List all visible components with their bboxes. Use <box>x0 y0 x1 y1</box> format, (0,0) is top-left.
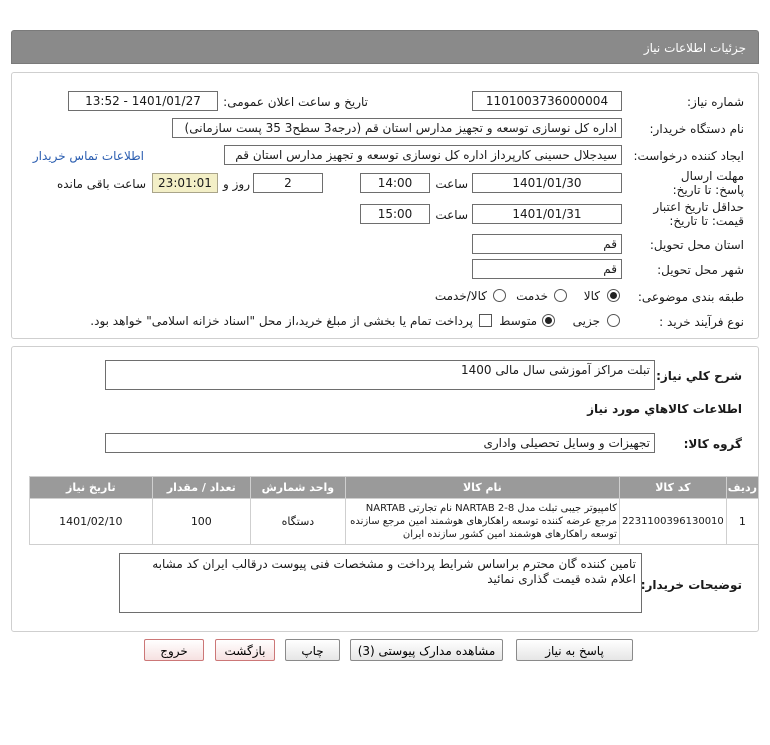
back-button[interactable]: بازگشت <box>215 639 275 661</box>
creator-label: ایجاد کننده درخواست: <box>633 149 744 163</box>
process-radio-medium[interactable] <box>542 314 555 327</box>
city-field: قم <box>472 259 622 279</box>
validity-time-label: ساعت <box>435 208 468 222</box>
buyer-field: اداره کل نوسازی توسعه و تجهیز مدارس استا… <box>172 118 622 138</box>
table-row: 1 2231100396130010 کامپیوتر جیبی تبلت مد… <box>29 498 760 545</box>
buyer-label: نام دستگاه خریدار: <box>649 122 745 136</box>
validity-time-field: 15:00 <box>360 204 430 224</box>
notes-field: تامین کننده گان محترم براساس شرایط پرداخ… <box>119 553 642 613</box>
cell-code: 2231100396130010 <box>618 498 727 545</box>
cell-name: کامپیوتر جیبی تبلت مدل NARTAB 2-8 نام تج… <box>344 498 620 545</box>
notes-label: توضیحات خریدار: <box>640 578 742 592</box>
deadline-time-label: ساعت <box>435 177 468 191</box>
announce-label: تاریخ و ساعت اعلان عمومی: <box>223 95 368 109</box>
desc-field: تبلت مراکز آموزشی سال مالی 1400 <box>105 360 655 390</box>
deadline-date-field: 1401/01/30 <box>472 173 622 193</box>
goods-info-title: اطلاعات کالاهاي مورد نياز <box>587 402 742 416</box>
province-field: قم <box>472 234 622 254</box>
remaining-label: ساعت باقی مانده <box>56 177 146 191</box>
treasury-note: پرداخت تمام یا بخشی از مبلغ خرید،از محل … <box>90 314 473 328</box>
category-option-goods-service: کالا/خدمت <box>434 289 487 303</box>
col-code: کد کالا <box>618 476 727 499</box>
need-number-label: شماره نیاز: <box>687 95 744 109</box>
process-option-minor: جزیی <box>572 314 600 328</box>
exit-button[interactable]: خروج <box>144 639 204 661</box>
city-label: شهر محل تحویل: <box>657 263 744 277</box>
col-date: تاریخ نیاز <box>29 476 153 499</box>
days-label: روز و <box>223 177 250 191</box>
validity-date-field: 1401/01/31 <box>472 204 622 224</box>
category-option-goods: کالا <box>583 289 600 303</box>
deadline-label: مهلت ارسال پاسخ: تا تاریخ: <box>672 169 744 197</box>
process-label: نوع فرآیند خرید : <box>659 315 744 329</box>
cell-date: 1401/02/10 <box>29 498 153 545</box>
page-frame: جزئیات اطلاعات نیاز <box>11 30 759 64</box>
announce-field: 1401/01/27 - 13:52 <box>68 91 218 111</box>
col-index: ردیف <box>725 476 760 499</box>
days-field: 2 <box>253 173 323 193</box>
goods-table: ردیف کد کالا نام کالا واحد شمارش تعداد /… <box>29 476 760 545</box>
print-button[interactable]: چاپ <box>285 639 340 661</box>
group-label: گروه کالا: <box>683 437 742 451</box>
table-header-row: ردیف کد کالا نام کالا واحد شمارش تعداد /… <box>29 476 760 499</box>
cell-index: 1 <box>725 498 760 545</box>
process-option-medium: متوسط <box>499 314 537 328</box>
cell-unit: دستگاه <box>250 498 346 545</box>
deadline-time-field: 14:00 <box>360 173 430 193</box>
need-number-field: 1101003736000004 <box>472 91 622 111</box>
col-unit: واحد شمارش <box>250 476 346 499</box>
page-title: جزئیات اطلاعات نیاز <box>643 41 746 55</box>
col-name: نام کالا <box>344 476 620 499</box>
treasury-checkbox[interactable] <box>479 314 492 327</box>
attachments-button[interactable]: مشاهده مدارک پیوستی (3) <box>350 639 503 661</box>
category-label: طبقه بندی موضوعی: <box>637 290 744 304</box>
col-qty: تعداد / مقدار <box>151 476 252 499</box>
category-radio-service[interactable] <box>554 289 567 302</box>
remaining-time-field: 23:01:01 <box>152 173 218 193</box>
validity-label: حداقل تاریخ اعتبار قیمت: تا تاریخ: <box>653 200 744 228</box>
category-radio-goods-service[interactable] <box>493 289 506 302</box>
creator-field: سیدجلال حسینی کارپرداز اداره کل نوسازی ت… <box>224 145 622 165</box>
contact-buyer-link[interactable]: اطلاعات تماس خریدار <box>33 149 144 163</box>
reply-button[interactable]: پاسخ به نیاز <box>516 639 633 661</box>
category-option-service: خدمت <box>516 289 548 303</box>
province-label: استان محل تحویل: <box>649 238 744 252</box>
page-header: جزئیات اطلاعات نیاز <box>11 30 759 64</box>
process-radio-minor[interactable] <box>607 314 620 327</box>
group-field: تجهیزات و وسایل تحصیلی واداری <box>105 433 655 453</box>
category-radio-goods[interactable] <box>607 289 620 302</box>
cell-qty: 100 <box>151 498 252 545</box>
desc-label: شرح کلي نياز: <box>656 369 742 383</box>
